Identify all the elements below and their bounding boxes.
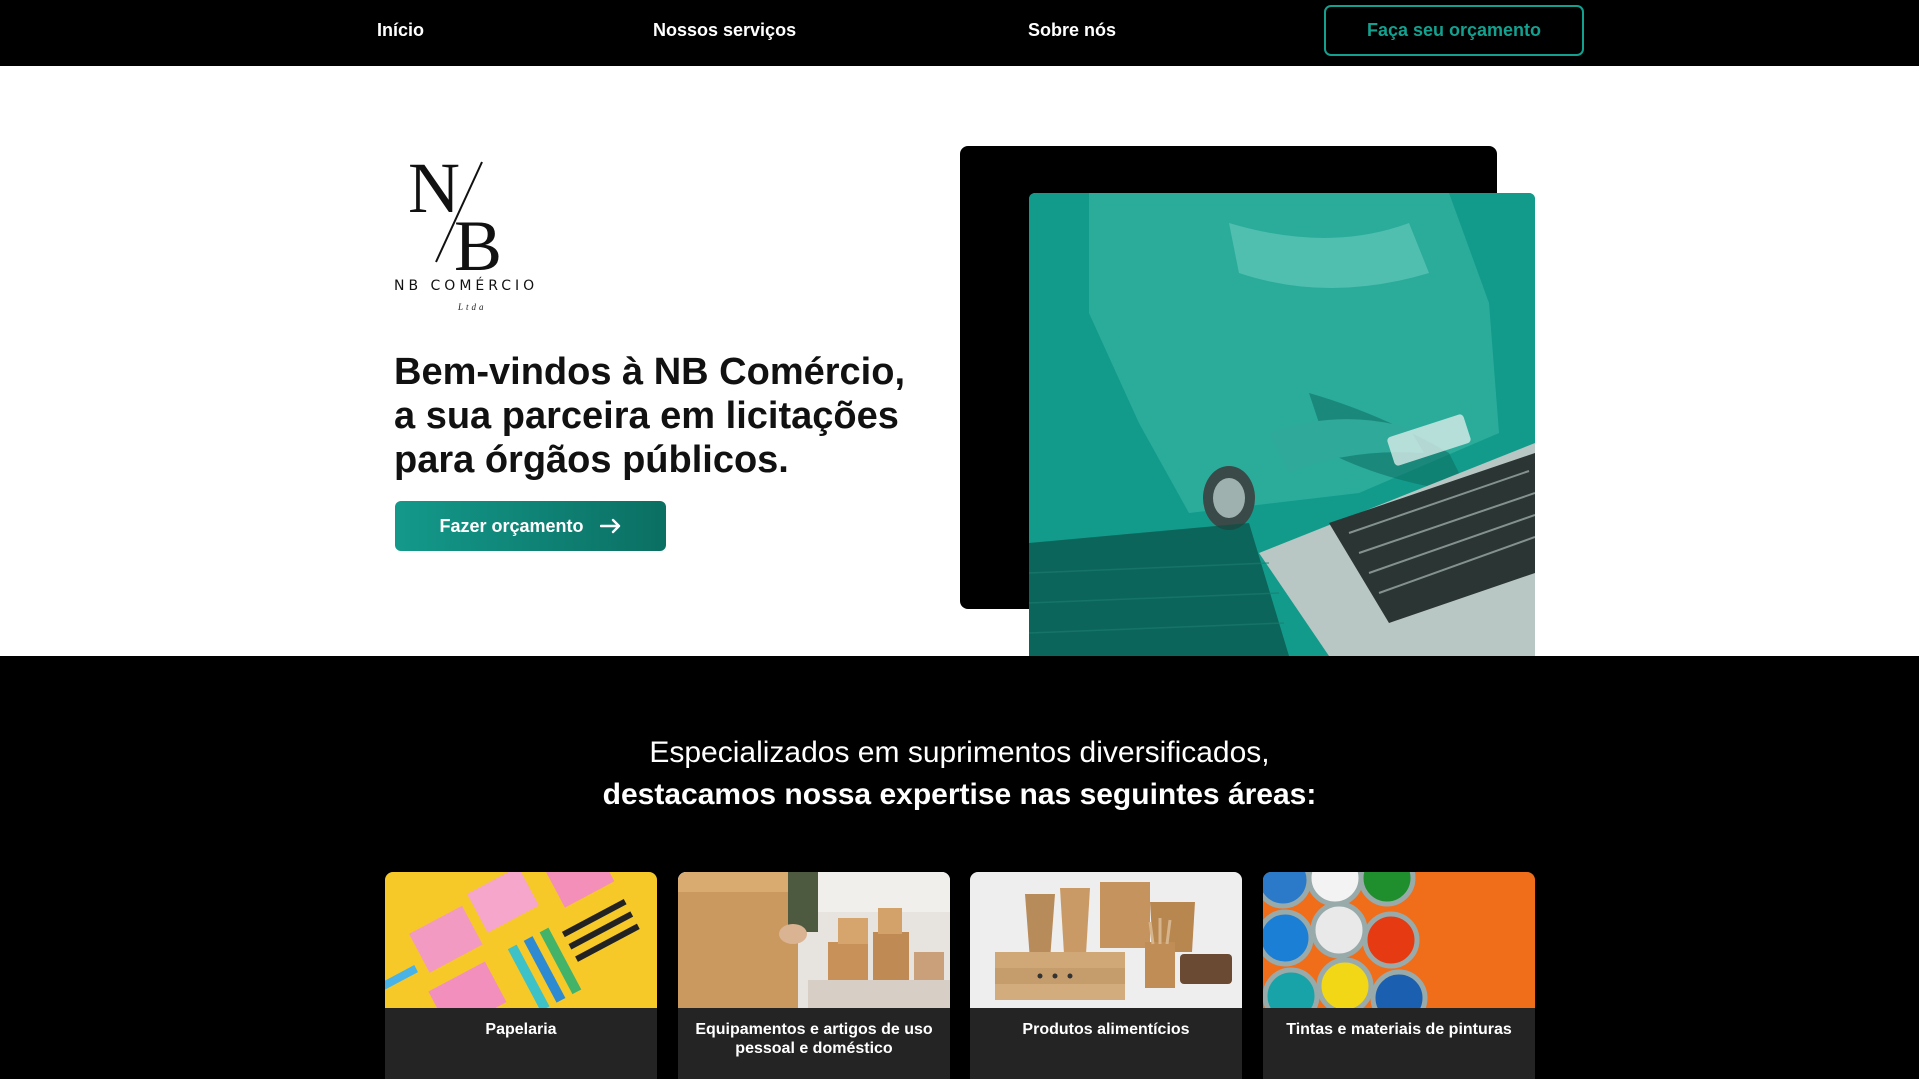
nav-quote-button[interactable]: Faça seu orçamento	[1324, 5, 1584, 56]
area-card-label: Produtos alimentícios	[1022, 1021, 1190, 1038]
hero-section: N B NB COMÉRCIO Ltda Bem-vindos à NB Com…	[0, 66, 1919, 656]
area-card-label: Equipamentos e artigos de uso pessoal e …	[695, 1021, 933, 1057]
nav-servicos-link[interactable]: Nossos serviços	[653, 20, 796, 41]
area-card-equipamentos[interactable]: Equipamentos e artigos de uso pessoal e …	[678, 872, 950, 1079]
top-navbar: Início Nossos serviços Sobre nós Faça se…	[0, 0, 1919, 66]
areas-title-line1: Especializados em suprimentos diversific…	[649, 736, 1270, 769]
nb-monogram-icon: N B	[408, 150, 502, 270]
headline-line: para órgãos públicos.	[394, 439, 789, 481]
headline-line: Bem-vindos à NB Comércio,	[394, 351, 905, 393]
person-laptop-icon	[1029, 193, 1535, 656]
nb-logo: N B NB COMÉRCIO Ltda	[394, 150, 564, 330]
nav-inicio-link[interactable]: Início	[377, 20, 424, 41]
areas-section: Especializados em suprimentos diversific…	[0, 656, 1919, 1079]
hero-headline: Bem-vindos à NB Comércio, a sua parceira…	[394, 350, 954, 482]
headline-line: a sua parceira em licitações	[394, 395, 899, 437]
area-card-label: Papelaria	[485, 1021, 557, 1038]
hero-quote-button[interactable]: Fazer orçamento	[395, 501, 666, 551]
logo-brand-text: NB COMÉRCIO	[394, 278, 539, 294]
logo-letter-b: B	[454, 206, 502, 270]
food-packaging-image	[970, 872, 1242, 1008]
boxes-image	[678, 872, 950, 1008]
area-card-papelaria[interactable]: Papelaria	[385, 872, 657, 1079]
arrow-right-icon	[599, 518, 620, 534]
area-card-alimenticios[interactable]: Produtos alimentícios	[970, 872, 1242, 1079]
stationery-image	[385, 872, 657, 1008]
logo-letter-n: N	[408, 150, 460, 228]
nav-sobre-link[interactable]: Sobre nós	[1028, 20, 1116, 41]
area-card-label: Tintas e materiais de pinturas	[1286, 1021, 1512, 1038]
paint-cans-image	[1263, 872, 1535, 1008]
hero-photo	[1029, 193, 1535, 656]
areas-title-line2: destacamos nossa expertise nas seguintes…	[602, 778, 1317, 811]
hero-quote-button-label: Fazer orçamento	[439, 515, 584, 536]
area-card-tintas[interactable]: Tintas e materiais de pinturas	[1263, 872, 1535, 1079]
logo-sub-text: Ltda	[458, 302, 487, 312]
